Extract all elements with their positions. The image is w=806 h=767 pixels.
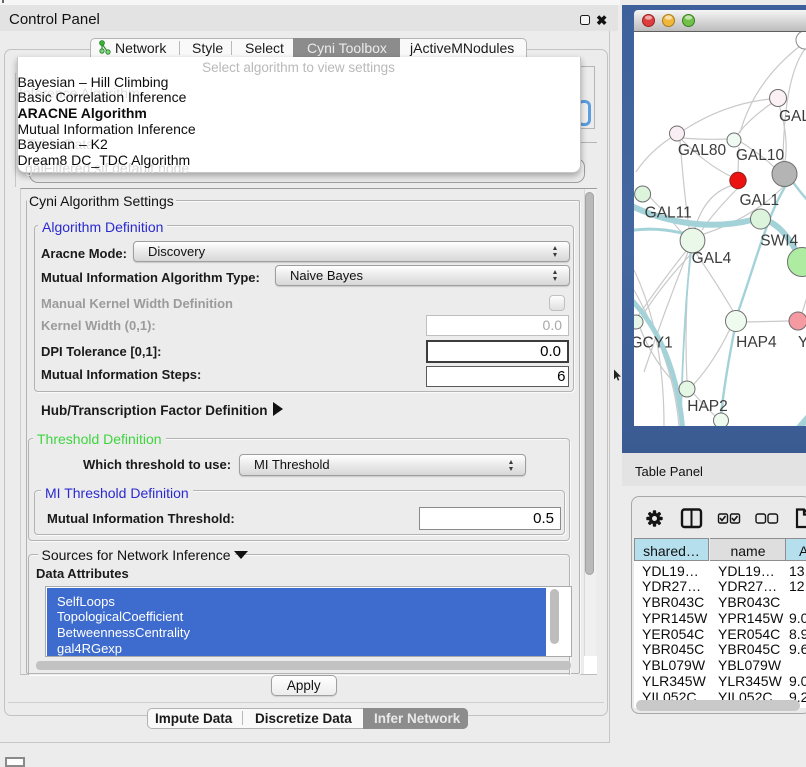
- svg-text:GAL1: GAL1: [739, 192, 779, 209]
- svg-text:Y: Y: [798, 334, 806, 351]
- svg-text:HAP4: HAP4: [736, 334, 777, 351]
- svg-text:GAL4: GAL4: [692, 250, 732, 267]
- svg-text:SWI4: SWI4: [760, 233, 798, 250]
- svg-text:GCY1: GCY1: [634, 335, 673, 352]
- svg-text:GAL10: GAL10: [736, 147, 785, 164]
- svg-text:GAL80: GAL80: [678, 142, 727, 159]
- svg-text:GAL2: GAL2: [779, 108, 806, 125]
- svg-text:GAL11: GAL11: [645, 205, 692, 222]
- svg-text:HAP2: HAP2: [687, 398, 728, 415]
